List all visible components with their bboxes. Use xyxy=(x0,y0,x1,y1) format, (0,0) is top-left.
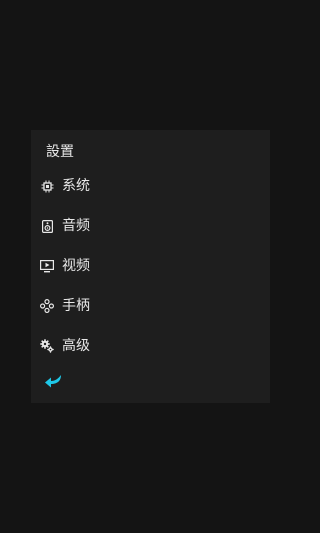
back-button[interactable] xyxy=(44,374,64,390)
chip-icon xyxy=(40,179,54,193)
gamepad-icon xyxy=(40,299,54,313)
menu-item-advanced[interactable]: 高级 xyxy=(31,326,270,366)
menu-item-label: 手柄 xyxy=(62,298,90,314)
menu-item-label: 高级 xyxy=(62,338,90,354)
menu-item-gamepad[interactable]: 手柄 xyxy=(31,286,270,326)
menu-item-label: 视频 xyxy=(62,258,90,274)
screen: 設置 系统 音频 视频 手柄 高级 xyxy=(0,0,300,533)
speaker-icon xyxy=(40,219,54,233)
monitor-icon xyxy=(40,259,54,273)
menu-item-system[interactable]: 系统 xyxy=(31,166,270,206)
settings-panel: 設置 系统 音频 视频 手柄 高级 xyxy=(31,130,270,403)
settings-menu: 系统 音频 视频 手柄 高级 xyxy=(31,166,270,366)
gears-icon xyxy=(40,339,54,353)
menu-item-label: 系统 xyxy=(62,178,90,194)
back-arrow-icon xyxy=(44,375,64,394)
panel-title: 設置 xyxy=(46,144,74,160)
menu-item-video[interactable]: 视频 xyxy=(31,246,270,286)
menu-item-label: 音频 xyxy=(62,218,90,234)
menu-item-audio[interactable]: 音频 xyxy=(31,206,270,246)
